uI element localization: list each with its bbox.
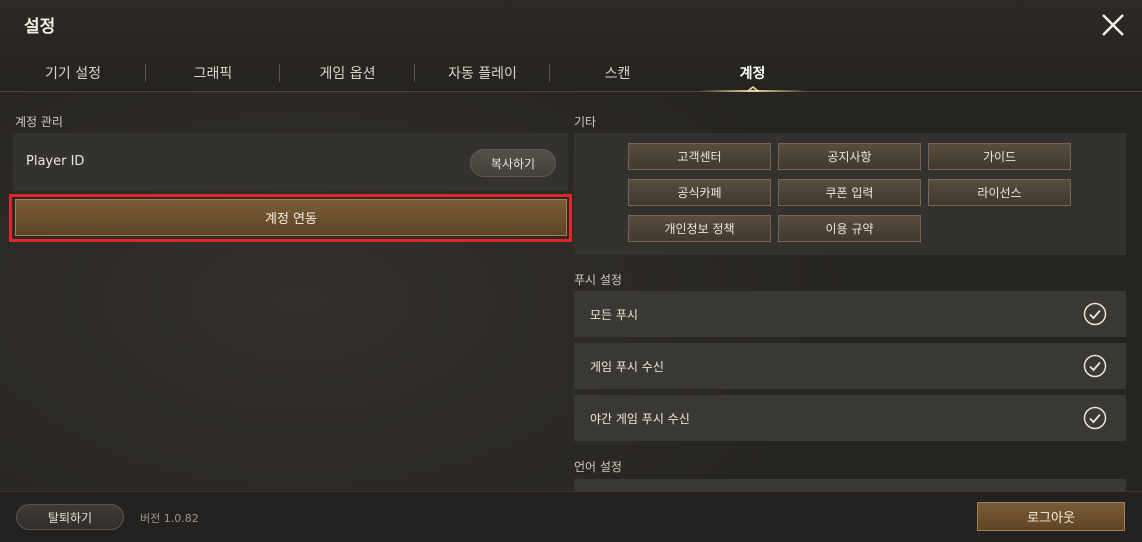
etc-section-label: 기타 <box>574 115 597 129</box>
tab-device-settings[interactable]: 기기 설정 <box>0 58 146 88</box>
tab-label: 그래픽 <box>193 66 233 82</box>
tab-bar: 기기 설정 그래픽 게임 옵션 자동 플레이 스캔 계정 <box>0 58 820 92</box>
tab-label: 계정 <box>739 66 766 82</box>
tab-account[interactable]: 계정 <box>685 58 820 92</box>
footer: 탈퇴하기 버전 1.0.82 로그아웃 <box>0 491 1142 542</box>
logout-button[interactable]: 로그아웃 <box>977 502 1125 531</box>
version-text: 버전 1.0.82 <box>140 512 199 525</box>
check-circle-icon[interactable] <box>1083 302 1107 326</box>
tab-label: 게임 옵션 <box>319 66 376 82</box>
notice-button[interactable]: 공지사항 <box>778 143 921 170</box>
check-circle-icon[interactable] <box>1083 354 1107 378</box>
withdraw-button[interactable]: 탈퇴하기 <box>16 504 124 530</box>
player-id-row: Player ID 복사하기 <box>13 133 568 191</box>
copy-button[interactable]: 복사하기 <box>470 149 556 177</box>
page-title: 설정 <box>24 17 56 37</box>
header: 설정 기기 설정 그래픽 게임 옵션 자동 플레이 스캔 계정 <box>0 0 1142 92</box>
push-row-all: 모든 푸시 <box>574 291 1126 337</box>
tab-game-options[interactable]: 게임 옵션 <box>280 58 415 88</box>
chevron-up-icon <box>747 86 758 92</box>
push-row-night: 야간 게임 푸시 수신 <box>574 395 1126 441</box>
language-row[interactable] <box>574 479 1126 491</box>
official-cafe-button[interactable]: 공식카페 <box>628 179 771 206</box>
check-circle-icon[interactable] <box>1083 406 1107 430</box>
privacy-policy-button[interactable]: 개인정보 정책 <box>628 215 771 242</box>
close-button[interactable] <box>1096 8 1130 42</box>
push-label: 모든 푸시 <box>590 308 638 322</box>
tab-label: 자동 플레이 <box>448 66 517 82</box>
account-link-button[interactable]: 계정 연동 <box>15 199 567 236</box>
push-label: 야간 게임 푸시 수신 <box>590 412 690 426</box>
tab-auto-play[interactable]: 자동 플레이 <box>415 58 550 88</box>
tab-graphics[interactable]: 그래픽 <box>146 58 280 88</box>
customer-center-button[interactable]: 고객센터 <box>628 143 771 170</box>
player-id-label: Player ID <box>26 154 85 169</box>
tab-scan[interactable]: 스캔 <box>550 58 685 88</box>
account-section-label: 계정 관리 <box>15 115 63 129</box>
license-button[interactable]: 라이선스 <box>928 179 1071 206</box>
coupon-button[interactable]: 쿠폰 입력 <box>778 179 921 206</box>
account-panel: 계정 관리 Player ID 복사하기 계정 연동 <box>0 93 572 491</box>
push-label: 게임 푸시 수신 <box>590 360 664 374</box>
settings-right-panel: 기타 고객센터 공지사항 가이드 공식카페 쿠폰 입력 라이선스 개인정보 정책… <box>574 93 1127 491</box>
push-section-label: 푸시 설정 <box>574 273 622 287</box>
close-icon <box>1102 14 1124 36</box>
settings-window: 설정 기기 설정 그래픽 게임 옵션 자동 플레이 스캔 계정 계정 관리 Pl… <box>0 0 1142 542</box>
tab-label: 기기 설정 <box>45 66 101 82</box>
etc-button-grid: 고객센터 공지사항 가이드 공식카페 쿠폰 입력 라이선스 개인정보 정책 이용… <box>574 133 1126 255</box>
terms-button[interactable]: 이용 규약 <box>778 215 921 242</box>
tab-label: 스캔 <box>604 66 631 82</box>
push-row-game: 게임 푸시 수신 <box>574 343 1126 389</box>
guide-button[interactable]: 가이드 <box>928 143 1071 170</box>
language-section-label: 언어 설정 <box>574 460 622 474</box>
